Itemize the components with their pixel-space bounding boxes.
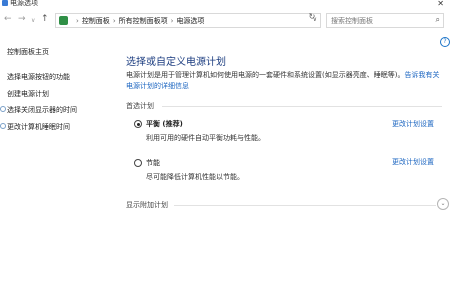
- sidebar-item-control-panel-home[interactable]: 控制面板主页: [7, 47, 49, 57]
- refresh-button[interactable]: ↻: [305, 12, 319, 23]
- address-bar[interactable]: › 控制面板 › 所有控制面板项 › 电源选项 ∨: [55, 13, 321, 28]
- breadcrumb: › 控制面板 › 所有控制面板项 › 电源选项: [73, 16, 204, 26]
- plan-power-saver-description: 尽可能降低计算机性能以节能。: [146, 173, 244, 181]
- control-panel-icon: [59, 16, 68, 25]
- up-button[interactable]: ↑: [41, 14, 49, 24]
- breadcrumb-power-options[interactable]: 电源选项: [176, 17, 204, 25]
- divider: [174, 205, 436, 206]
- plan-power-saver-radio[interactable]: [134, 159, 142, 167]
- help-button[interactable]: ?: [440, 37, 450, 47]
- plan-balanced-description: 利用可用的硬件自动平衡功耗与性能。: [146, 134, 265, 142]
- search-icon[interactable]: ⌕: [436, 15, 440, 25]
- power-options-icon: [2, 0, 8, 6]
- search-placeholder: 搜索控制面板: [331, 17, 373, 25]
- description-text: 电源计划是用于管理计算机如何使用电源的一套硬件和系统设置(如显示器亮度、睡眠等)…: [126, 71, 405, 79]
- sidebar-item-display-off-time[interactable]: 选择关闭显示器的时间: [7, 105, 77, 115]
- page-title: 选择或自定义电源计划: [126, 57, 226, 68]
- back-button[interactable]: ←: [4, 14, 12, 24]
- plan-balanced-settings-link[interactable]: 更改计划设置: [392, 119, 434, 129]
- page-description: 电源计划是用于管理计算机如何使用电源的一套硬件和系统设置(如显示器亮度、睡眠等)…: [126, 70, 444, 92]
- sidebar-item-sleep-time[interactable]: 更改计算机睡眠时间: [7, 122, 70, 132]
- window-title: 电源选项: [10, 0, 38, 7]
- expand-chevron-icon[interactable]: ⌄: [437, 198, 449, 210]
- moon-icon: [0, 123, 6, 129]
- plan-balanced-label[interactable]: 平衡 (推荐): [146, 119, 183, 129]
- preferred-plans-heading: 首选计划: [126, 102, 154, 110]
- divider: [162, 106, 442, 107]
- breadcrumb-separator[interactable]: ›: [171, 17, 174, 25]
- sidebar-item-power-button[interactable]: 选择电源按钮的功能: [7, 72, 70, 82]
- navigation-bar: ← → ∨ ↑ › 控制面板 › 所有控制面板项 › 电源选项 ∨ ↻ 搜索控制面板 ⌕: [0, 10, 450, 30]
- sidebar-item-create-plan[interactable]: 创建电源计划: [7, 89, 49, 99]
- forward-button[interactable]: →: [18, 14, 26, 24]
- title-bar: 电源选项 ✕: [0, 0, 450, 9]
- breadcrumb-separator[interactable]: ›: [113, 17, 116, 25]
- close-icon[interactable]: ✕: [437, 0, 444, 8]
- plan-balanced-radio[interactable]: [134, 120, 142, 128]
- plan-power-saver-label[interactable]: 节能: [146, 158, 160, 168]
- search-box[interactable]: 搜索控制面板 ⌕: [326, 13, 444, 28]
- breadcrumb-separator: ›: [76, 17, 79, 25]
- breadcrumb-all-items[interactable]: 所有控制面板项: [119, 17, 168, 25]
- display-icon: [0, 106, 6, 112]
- plan-power-saver-settings-link[interactable]: 更改计划设置: [392, 157, 434, 167]
- show-additional-plans-label[interactable]: 显示附加计划: [126, 200, 168, 210]
- recent-locations-dropdown[interactable]: ∨: [31, 16, 35, 26]
- breadcrumb-control-panel[interactable]: 控制面板: [82, 17, 110, 25]
